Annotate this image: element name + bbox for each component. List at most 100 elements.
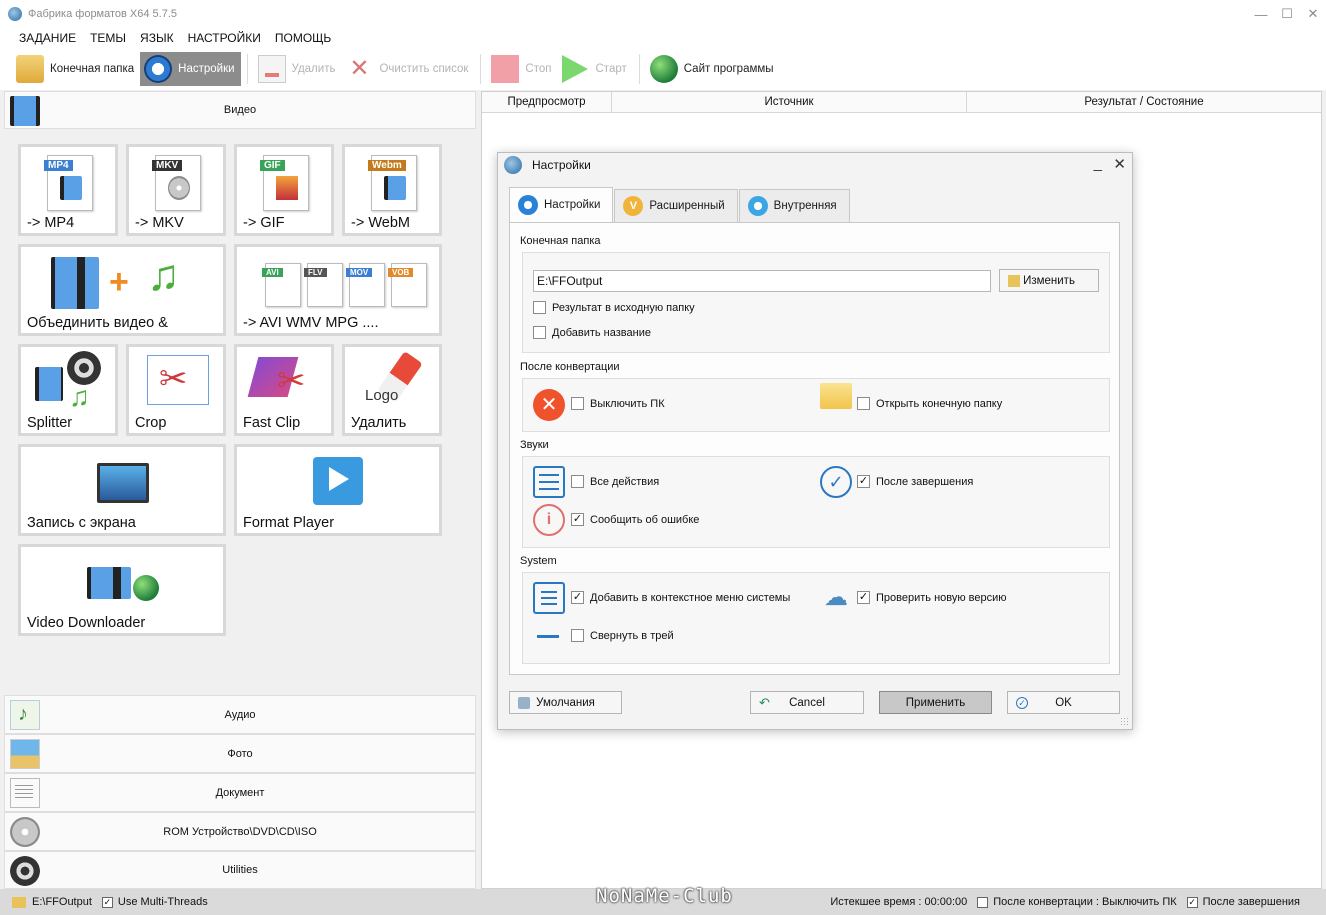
after-finish-toggle[interactable]: ✓ После завершения bbox=[1186, 896, 1300, 908]
after-finish-label: После завершения bbox=[1202, 896, 1300, 908]
menu-task[interactable]: ЗАДАНИЕ bbox=[12, 31, 83, 45]
shutdown-checkbox[interactable] bbox=[571, 397, 584, 410]
elapsed-time-text: Истекшее время : 00:00:00 bbox=[830, 896, 968, 908]
tab-internal[interactable]: Внутренняя bbox=[738, 189, 850, 222]
open-folder-checkbox[interactable] bbox=[857, 397, 870, 410]
after-finish-checkbox[interactable]: ✓ bbox=[857, 475, 870, 488]
category-utilities[interactable]: Utilities bbox=[4, 851, 476, 889]
change-folder-button[interactable]: Изменить bbox=[999, 269, 1099, 292]
tile-to-mkv[interactable]: MKV -> MKV bbox=[126, 144, 226, 236]
remove-button[interactable]: Удалить bbox=[254, 52, 342, 86]
add-name-checkbox[interactable] bbox=[533, 326, 546, 339]
after-conversion-label: После конвертации : Выключить ПК bbox=[993, 896, 1177, 908]
shutdown-option[interactable]: Выключить ПК bbox=[571, 397, 665, 410]
tab-advanced[interactable]: V Расширенный bbox=[614, 189, 738, 222]
document-icon bbox=[10, 778, 40, 808]
close-button[interactable]: ✕ bbox=[1300, 0, 1326, 28]
result-to-source-checkbox[interactable] bbox=[533, 301, 546, 314]
open-folder-label: Открыть конечную папку bbox=[876, 397, 1003, 410]
stop-button[interactable]: Стоп bbox=[487, 52, 557, 86]
category-audio[interactable]: Аудио bbox=[4, 695, 476, 734]
menu-settings[interactable]: НАСТРОЙКИ bbox=[181, 31, 268, 45]
tile-format-player[interactable]: Format Player bbox=[234, 444, 442, 536]
multithreads-checkbox[interactable]: ✓ bbox=[101, 896, 113, 908]
music-note-icon: ♫ bbox=[69, 381, 90, 412]
all-actions-option[interactable]: Все действия bbox=[571, 475, 659, 488]
output-folder-label: Конечная папка bbox=[50, 63, 135, 75]
column-result-status[interactable]: Результат / Состояние bbox=[967, 92, 1321, 112]
open-folder-option[interactable]: Открыть конечную папку bbox=[857, 397, 1002, 410]
film-icon bbox=[60, 176, 82, 200]
after-conversion-checkbox[interactable] bbox=[977, 896, 989, 908]
shutdown-icon: ✕ bbox=[533, 389, 565, 421]
context-menu-option[interactable]: ✓ Добавить в контекстное меню системы bbox=[571, 591, 790, 604]
dialog-app-icon bbox=[504, 156, 522, 174]
video-tools-grid: MP4 -> MP4 MKV -> MKV GIF -> GIF Webm ->… bbox=[4, 129, 476, 695]
check-update-option[interactable]: ✓ Проверить новую версию bbox=[857, 591, 1007, 604]
output-path-field[interactable]: E:\FFOutput bbox=[533, 270, 991, 292]
status-output-path[interactable]: E:\FFOutput bbox=[12, 896, 92, 908]
multithreads-toggle[interactable]: ✓ Use Multi-Threads bbox=[101, 896, 208, 908]
cancel-button[interactable]: ↶ Cancel bbox=[750, 691, 864, 714]
maximize-button[interactable]: ☐ bbox=[1274, 0, 1300, 28]
tile-fast-clip[interactable]: ✂ Fast Clip bbox=[234, 344, 334, 436]
defaults-button[interactable]: Умолчания bbox=[509, 691, 622, 714]
dialog-minimize-button[interactable]: _ bbox=[1094, 155, 1102, 172]
tile-label: -> MP4 bbox=[27, 215, 75, 231]
category-photo[interactable]: Фото bbox=[4, 734, 476, 773]
tile-to-gif[interactable]: GIF -> GIF bbox=[234, 144, 334, 236]
start-label: Старт bbox=[595, 63, 627, 75]
tile-video-downloader[interactable]: Video Downloader bbox=[18, 544, 226, 636]
ok-button[interactable]: ✓ OK bbox=[1007, 691, 1120, 714]
output-folder-button[interactable]: Конечная папка bbox=[12, 52, 140, 86]
after-finish-option[interactable]: ✓ После завершения bbox=[857, 475, 973, 488]
after-conversion-toggle[interactable]: После конвертации : Выключить ПК bbox=[977, 896, 1177, 908]
context-menu-checkbox[interactable]: ✓ bbox=[571, 591, 584, 604]
minimize-button[interactable]: — bbox=[1248, 0, 1274, 28]
column-preview[interactable]: Предпросмотр bbox=[482, 92, 612, 112]
tile-crop[interactable]: ✂ Crop bbox=[126, 344, 226, 436]
film-icon bbox=[10, 96, 40, 126]
tab-settings[interactable]: Настройки bbox=[509, 187, 614, 222]
start-button[interactable]: Старт bbox=[558, 52, 633, 86]
menu-language[interactable]: ЯЗЫК bbox=[133, 31, 181, 45]
category-document[interactable]: Документ bbox=[4, 773, 476, 812]
section-output-folder-label: Конечная папка bbox=[520, 235, 601, 247]
category-video[interactable]: Видео bbox=[4, 91, 476, 129]
dialog-close-button[interactable]: ✕ bbox=[1113, 155, 1126, 173]
all-actions-checkbox[interactable] bbox=[571, 475, 584, 488]
watermark: NoNaMe-Club bbox=[596, 885, 733, 907]
clear-list-button[interactable]: ✕ Очистить список bbox=[341, 52, 474, 86]
tile-to-avi-wmv-mpg[interactable]: AVI FLV MOV VOB -> AVI WMV MPG .... bbox=[234, 244, 442, 336]
result-to-source-label: Результат в исходную папку bbox=[552, 301, 695, 314]
globe-icon bbox=[133, 575, 159, 601]
resize-grip[interactable] bbox=[1120, 717, 1130, 727]
tile-label: Объединить видео & bbox=[27, 315, 168, 331]
report-error-checkbox[interactable]: ✓ bbox=[571, 513, 584, 526]
tile-screen-record[interactable]: Запись с экрана bbox=[18, 444, 226, 536]
menu-help[interactable]: ПОМОЩЬ bbox=[268, 31, 338, 45]
title-bar: Фабрика форматов X64 5.7.5 — ☐ ✕ bbox=[0, 0, 1326, 28]
tile-join-video[interactable]: + ♫ Объединить видео & bbox=[18, 244, 226, 336]
minimize-tray-option[interactable]: Свернуть в трей bbox=[571, 629, 674, 642]
tile-to-webm[interactable]: Webm -> WebM bbox=[342, 144, 442, 236]
printer-icon bbox=[518, 697, 530, 709]
tile-remove-logo[interactable]: Logo Удалить bbox=[342, 344, 442, 436]
mov-badge: MOV bbox=[346, 268, 373, 277]
category-rom[interactable]: ROM Устройство\DVD\CD\ISO bbox=[4, 812, 476, 851]
column-source[interactable]: Источник bbox=[612, 92, 967, 112]
add-name-option[interactable]: Добавить название bbox=[533, 326, 651, 339]
category-label: ROM Устройство\DVD\CD\ISO bbox=[163, 825, 317, 838]
settings-button[interactable]: Настройки bbox=[140, 52, 241, 86]
minimize-tray-checkbox[interactable] bbox=[571, 629, 584, 642]
check-update-checkbox[interactable]: ✓ bbox=[857, 591, 870, 604]
website-button[interactable]: Сайт программы bbox=[646, 52, 780, 86]
info-icon: i bbox=[533, 504, 565, 536]
tile-splitter[interactable]: ♫ Splitter bbox=[18, 344, 118, 436]
result-to-source-option[interactable]: Результат в исходную папку bbox=[533, 301, 695, 314]
menu-themes[interactable]: ТЕМЫ bbox=[83, 31, 133, 45]
report-error-option[interactable]: ✓ Сообщить об ошибке bbox=[571, 513, 699, 526]
after-finish-checkbox[interactable]: ✓ bbox=[1186, 896, 1198, 908]
tile-to-mp4[interactable]: MP4 -> MP4 bbox=[18, 144, 118, 236]
apply-button[interactable]: Применить bbox=[879, 691, 992, 714]
